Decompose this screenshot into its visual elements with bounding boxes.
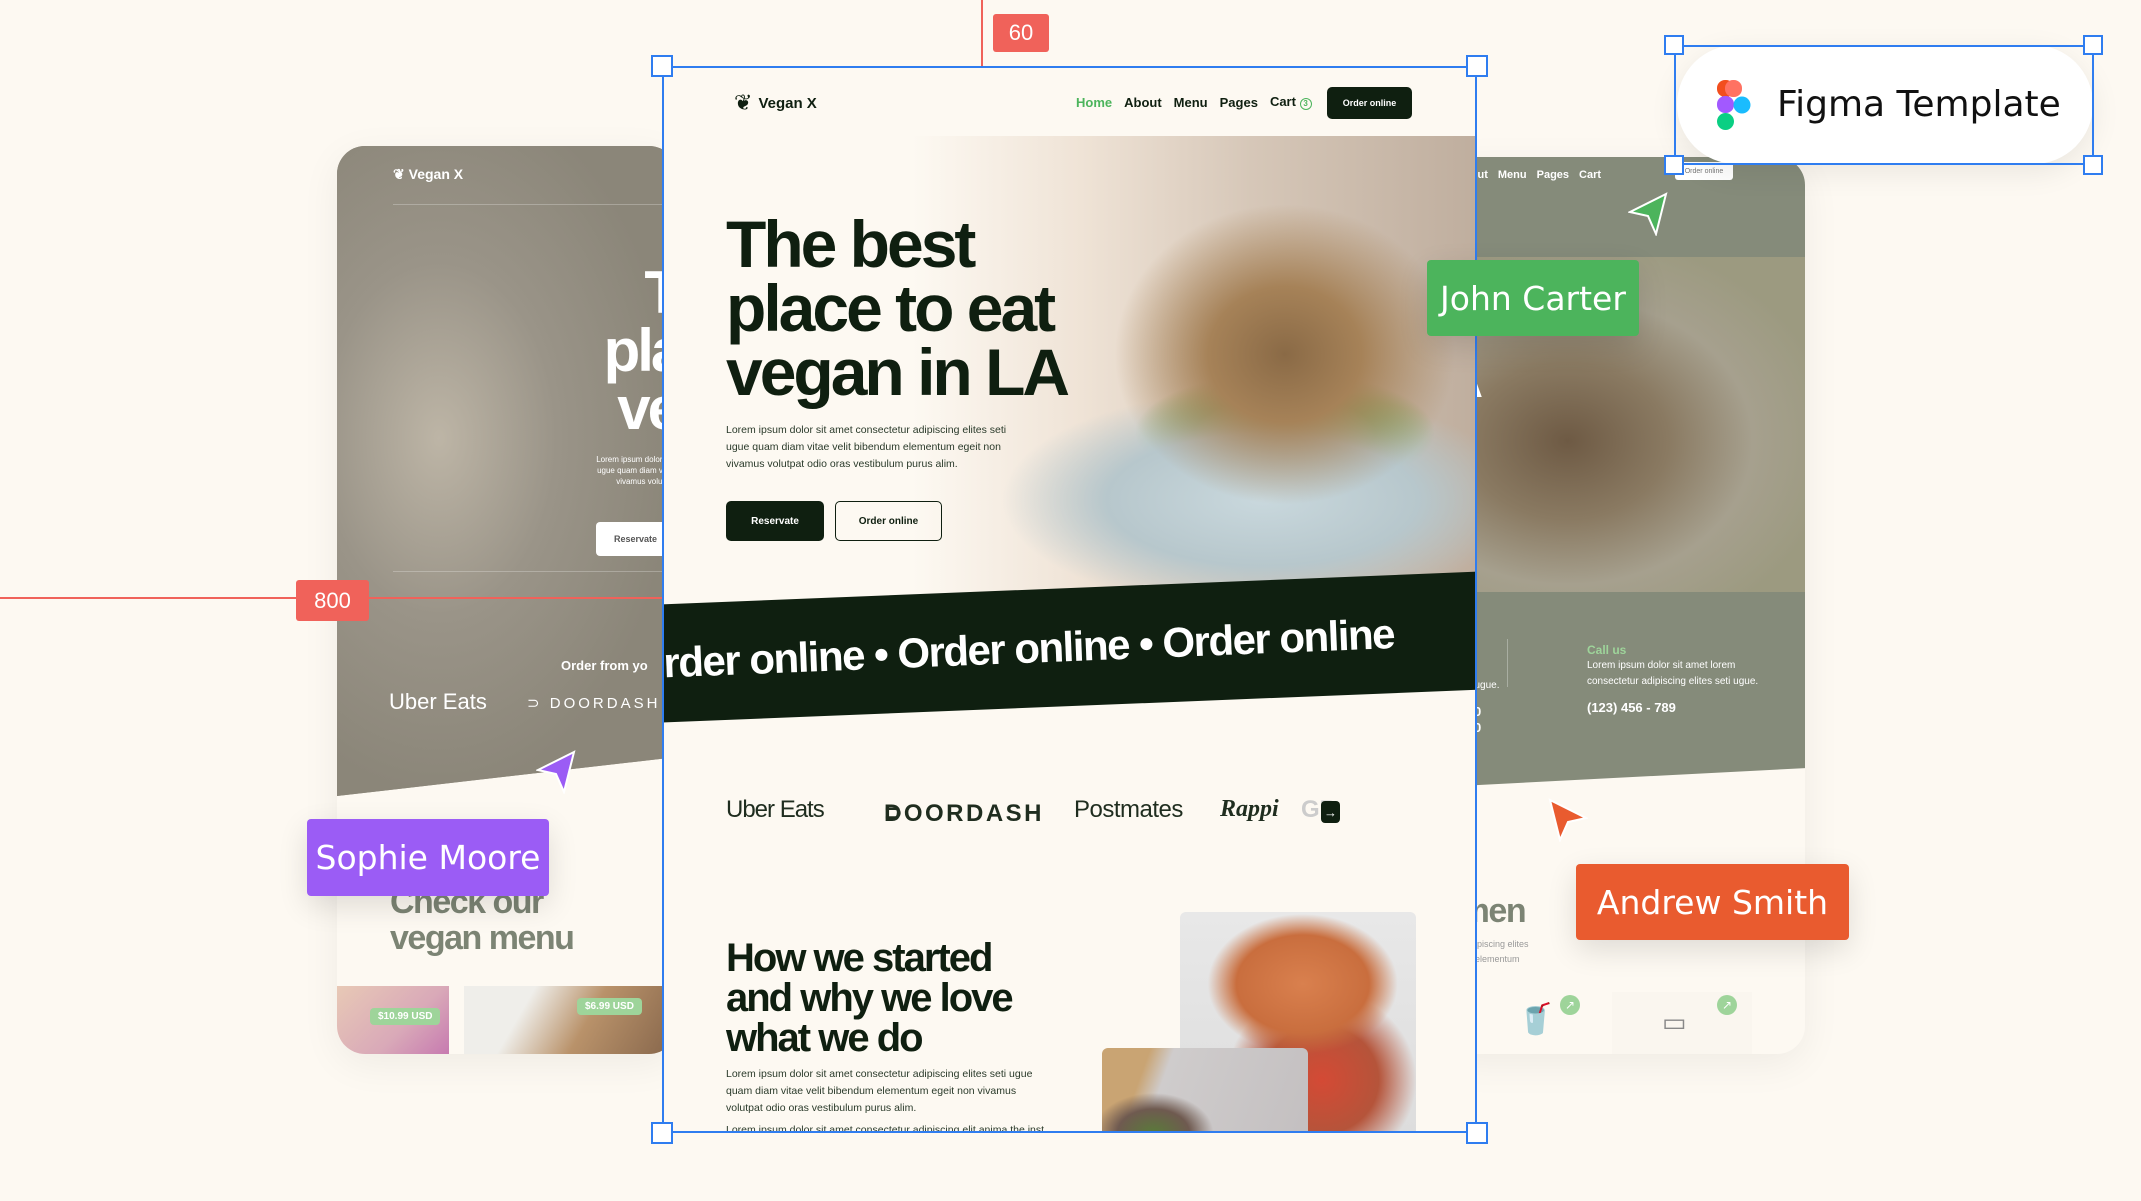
about-title-line: and why we love xyxy=(726,976,1014,1020)
next-arrow-button[interactable]: → xyxy=(1321,801,1340,823)
call-text: Lorem ipsum dolor sit amet lorem xyxy=(1587,660,1736,671)
vertical-guide-line xyxy=(981,0,983,66)
figma-badge-label: Figma Template xyxy=(1777,84,2061,125)
hero-title-line: The xyxy=(644,259,677,326)
divider xyxy=(393,571,677,572)
menu-title-line: vegan menu xyxy=(390,919,575,957)
brand-text: Vegan X xyxy=(408,166,464,182)
arrow-up-right-icon[interactable]: ↗ xyxy=(1560,995,1580,1015)
arrow-up-right-icon[interactable]: ↗ xyxy=(1717,995,1737,1015)
cursor-icon xyxy=(1548,798,1588,842)
resize-handle[interactable] xyxy=(2083,35,2103,55)
cursor-icon xyxy=(536,750,576,794)
main-page-frame[interactable]: ❦ Vegan X Home About Menu Pages Cart 3 O… xyxy=(662,66,1477,1133)
uber-eats-logo: Uber Eats xyxy=(726,796,825,823)
cart-label: Cart xyxy=(1269,94,1296,109)
brand-text: Vegan X xyxy=(758,94,817,112)
left-brand: ❦ Vegan X xyxy=(393,166,463,183)
divider xyxy=(393,204,677,205)
phone-number[interactable]: (123) 456 - 789 xyxy=(1587,700,1758,716)
doordash-text: DOORDASH xyxy=(884,800,1045,827)
call-text: consectetur adipiscing elites seti ugue. xyxy=(1587,676,1759,687)
postmates-logo: Postmates xyxy=(1074,796,1183,823)
hero-title-line: place to eat xyxy=(726,271,1056,345)
doordash-icon: ⊃ xyxy=(527,695,550,712)
hero-text: vivamus volutpat c xyxy=(616,477,677,486)
collaborator-tag-john-carter: John Carter xyxy=(1427,260,1639,336)
resize-handle[interactable] xyxy=(651,1122,673,1144)
order-from-label: Order from yo xyxy=(561,658,648,673)
cursor-icon xyxy=(1628,192,1668,236)
hero-title-line: The best xyxy=(726,207,976,281)
resize-handle[interactable] xyxy=(1466,55,1488,77)
nav-item[interactable]: Pages xyxy=(1537,169,1569,181)
wrap-image xyxy=(1102,1048,1308,1133)
collaborator-tag-andrew-smith: Andrew Smith xyxy=(1576,864,1849,940)
resize-handle[interactable] xyxy=(1466,1122,1488,1144)
reservate-button[interactable]: Reservate xyxy=(726,501,824,541)
hero-text: vivamus volutpat odio oras vestibulum pu… xyxy=(726,458,958,470)
call-us-title: Call us xyxy=(1587,643,1627,657)
marquee-banner: Order online • Order online • Order onli… xyxy=(662,570,1477,724)
resize-handle[interactable] xyxy=(2083,155,2103,175)
cake-icon: ▭ xyxy=(1662,1007,1687,1037)
hero-text: ugue quam diam vitae velit bibendum elem… xyxy=(726,441,1001,453)
nav-cart[interactable]: Cart 3 xyxy=(1270,94,1312,110)
about-text: Lorem ipsum dolor sit amet consectetur a… xyxy=(726,1124,1045,1133)
figma-logo-icon xyxy=(1717,79,1751,130)
cart-count-badge: 3 xyxy=(1299,98,1312,110)
leaf-logo-icon: ❦ xyxy=(393,166,409,182)
resize-handle[interactable] xyxy=(1664,155,1684,175)
hero-title-line: vega xyxy=(617,375,677,442)
hero-text: Lorem ipsum dolor sit amet consectetur a… xyxy=(726,424,1007,436)
doordash-logo: ⊃ DOORDASH xyxy=(527,694,660,712)
about-text: Lorem ipsum dolor sit amet consectetur a… xyxy=(726,1068,1033,1080)
figma-template-badge[interactable]: Figma Template xyxy=(1677,45,2093,164)
order-online-nav-button[interactable]: Order online xyxy=(1327,87,1412,119)
leaf-logo-icon: ❦ xyxy=(734,90,753,115)
rappi-logo: Rappi xyxy=(1220,796,1279,822)
nav-item[interactable]: Menu xyxy=(1498,169,1527,181)
about-text: volutpat odio oras vestibulum purus alim… xyxy=(726,1102,917,1114)
order-online-button[interactable]: Order online xyxy=(835,501,942,541)
hero-title-line: place xyxy=(603,317,677,384)
resize-handle[interactable] xyxy=(1664,35,1684,55)
brand-logo[interactable]: ❦ Vegan X xyxy=(734,90,817,116)
doordash-text: DOORDASH xyxy=(549,695,661,712)
nav-item[interactable]: Cart xyxy=(1579,169,1601,181)
price-badge: $6.99 USD xyxy=(577,998,642,1015)
about-title-line: How we started xyxy=(726,936,993,980)
about-title-line: what we do xyxy=(726,1016,924,1060)
marquee-text: Order online • Order online • Order onli… xyxy=(662,610,1395,688)
hero-title-line: vegan in LA xyxy=(726,335,1070,409)
nav-about[interactable]: About xyxy=(1124,95,1162,110)
drink-icon: 🥤 xyxy=(1517,1003,1555,1036)
menu-item-image xyxy=(464,986,664,1054)
nav-menu[interactable]: Menu xyxy=(1174,95,1208,110)
uber-eats-logo: Uber Eats xyxy=(389,689,487,714)
collaborator-tag-sophie-moore: Sophie Moore xyxy=(307,819,549,896)
left-mockup-card: ❦ Vegan X The place vega Lorem ipsum dol… xyxy=(337,146,677,1054)
guide-label-left: 800 xyxy=(296,580,369,621)
guide-label-top: 60 xyxy=(993,14,1049,52)
nav-pages[interactable]: Pages xyxy=(1220,95,1258,110)
hero-text: Lorem ipsum dolor sit ar xyxy=(596,455,677,464)
price-badge: $10.99 USD xyxy=(370,1008,441,1025)
resize-handle[interactable] xyxy=(651,55,673,77)
hero-text: ugue quam diam vitae v xyxy=(597,466,677,475)
about-text: quam diam vitae velit bibendum elementum… xyxy=(726,1085,1017,1097)
divider xyxy=(1507,639,1508,687)
nav-home[interactable]: Home xyxy=(1076,95,1112,110)
